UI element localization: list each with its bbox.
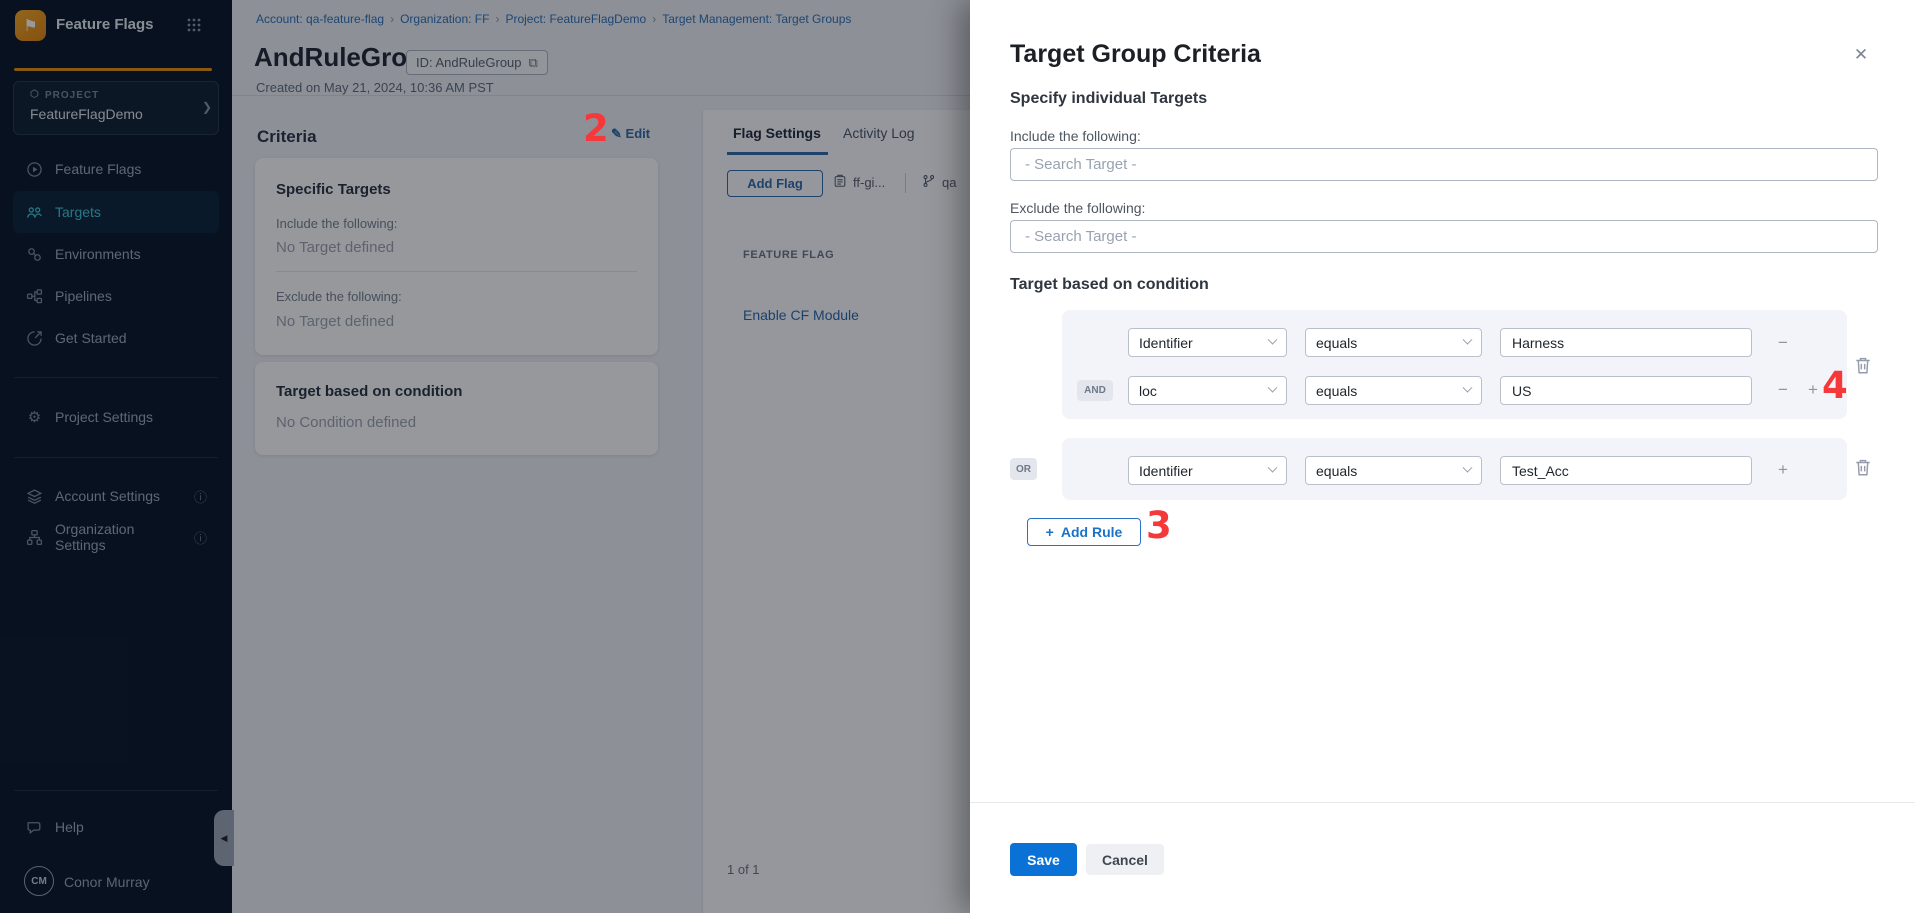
target-group-criteria-drawer: ✕ Target Group Criteria Specify individu… <box>970 0 1915 913</box>
app-window: ⚑ Feature Flags ⬡ PROJECT FeatureFlagDem… <box>0 0 1915 913</box>
condition-value-input[interactable] <box>1500 376 1752 405</box>
plus-icon: + <box>1046 524 1054 540</box>
sidebar-collapse-handle[interactable]: ◀ <box>214 810 234 866</box>
annotation-marker-4: 4 <box>1822 364 1848 407</box>
chevron-down-icon <box>1463 335 1473 345</box>
and-connector-chip: AND <box>1077 380 1113 401</box>
annotation-marker-3: 3 <box>1146 504 1172 547</box>
remove-condition-button[interactable]: − <box>1773 380 1793 400</box>
exclude-following-label: Exclude the following: <box>1010 200 1145 216</box>
include-following-label: Include the following: <box>1010 128 1141 144</box>
drawer-title: Target Group Criteria <box>1010 40 1261 69</box>
delete-rule-icon[interactable] <box>1854 356 1874 376</box>
operator-select[interactable]: equals <box>1305 456 1482 485</box>
attribute-select[interactable]: Identifier <box>1128 456 1287 485</box>
chevron-down-icon <box>1268 335 1278 345</box>
specify-targets-heading: Specify individual Targets <box>1010 90 1207 108</box>
cancel-button[interactable]: Cancel <box>1086 844 1164 875</box>
modal-backdrop[interactable] <box>0 0 970 913</box>
rule-group-2: Identifier equals + <box>1062 438 1847 500</box>
condition-heading: Target based on condition <box>1010 276 1209 294</box>
condition-value-input[interactable] <box>1500 456 1752 485</box>
add-condition-button[interactable]: + <box>1803 380 1823 400</box>
chevron-down-icon <box>1268 383 1278 393</box>
rule-group-1: Identifier equals − AND loc equals − + <box>1062 310 1847 419</box>
attribute-select[interactable]: loc <box>1128 376 1287 405</box>
operator-select[interactable]: equals <box>1305 328 1482 357</box>
operator-select[interactable]: equals <box>1305 376 1482 405</box>
close-icon[interactable]: ✕ <box>1848 42 1874 68</box>
chevron-down-icon <box>1463 383 1473 393</box>
chevron-down-icon <box>1463 463 1473 473</box>
condition-value-input[interactable] <box>1500 328 1752 357</box>
or-connector-chip: OR <box>1010 458 1037 480</box>
remove-condition-button[interactable]: − <box>1773 333 1793 353</box>
exclude-target-search-input[interactable] <box>1010 220 1878 253</box>
attribute-select[interactable]: Identifier <box>1128 328 1287 357</box>
chevron-down-icon <box>1268 463 1278 473</box>
delete-rule-icon[interactable] <box>1854 458 1874 478</box>
add-condition-button[interactable]: + <box>1773 460 1793 480</box>
save-button[interactable]: Save <box>1010 843 1077 876</box>
drawer-footer-divider <box>970 802 1915 803</box>
annotation-marker-2: 2 <box>583 107 609 150</box>
add-rule-button[interactable]: + Add Rule <box>1027 518 1141 546</box>
include-target-search-input[interactable] <box>1010 148 1878 181</box>
